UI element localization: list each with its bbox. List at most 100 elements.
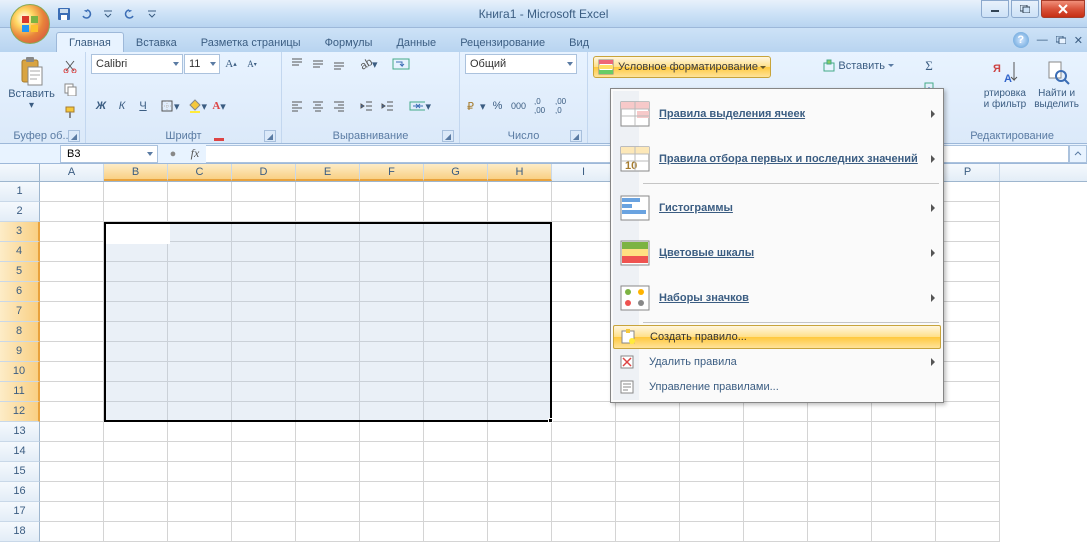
- font-color-icon[interactable]: A▾: [209, 96, 229, 116]
- copy-icon[interactable]: [60, 79, 80, 99]
- find-select-button[interactable]: Найти и выделить: [1030, 54, 1083, 112]
- cell[interactable]: [296, 282, 360, 302]
- close-button[interactable]: [1041, 0, 1085, 18]
- cell[interactable]: [296, 262, 360, 282]
- cell[interactable]: [552, 262, 616, 282]
- cell[interactable]: [680, 422, 744, 442]
- cell[interactable]: [360, 482, 424, 502]
- cell[interactable]: [488, 302, 552, 322]
- cell[interactable]: [488, 282, 552, 302]
- wrap-text-icon[interactable]: [389, 54, 413, 74]
- menu-icon-sets[interactable]: Наборы значков: [613, 276, 941, 320]
- cell[interactable]: [552, 422, 616, 442]
- tab-data[interactable]: Данные: [384, 33, 448, 52]
- increase-indent-icon[interactable]: [378, 96, 398, 116]
- cell[interactable]: [488, 382, 552, 402]
- ribbon-minimize-icon[interactable]: —: [1037, 34, 1048, 46]
- cell[interactable]: [488, 462, 552, 482]
- cell[interactable]: [616, 482, 680, 502]
- cell[interactable]: [232, 502, 296, 522]
- cell[interactable]: [40, 382, 104, 402]
- cell[interactable]: [488, 442, 552, 462]
- cell[interactable]: [360, 402, 424, 422]
- cell[interactable]: [424, 522, 488, 542]
- cell[interactable]: [360, 262, 424, 282]
- cell[interactable]: [552, 222, 616, 242]
- cell[interactable]: [872, 422, 936, 442]
- office-button[interactable]: [10, 4, 50, 44]
- cell[interactable]: [360, 242, 424, 262]
- cell[interactable]: [296, 322, 360, 342]
- cell[interactable]: [936, 422, 1000, 442]
- cell[interactable]: [168, 362, 232, 382]
- menu-clear-rules[interactable]: Удалить правила: [613, 350, 941, 374]
- cell[interactable]: [168, 282, 232, 302]
- cell[interactable]: [872, 482, 936, 502]
- cell[interactable]: [872, 502, 936, 522]
- cell[interactable]: [552, 322, 616, 342]
- cell[interactable]: [232, 462, 296, 482]
- cell[interactable]: [360, 382, 424, 402]
- cell[interactable]: [488, 502, 552, 522]
- cell[interactable]: [552, 522, 616, 542]
- italic-button[interactable]: К: [112, 96, 132, 116]
- percent-format-icon[interactable]: %: [488, 96, 508, 116]
- menu-data-bars[interactable]: Гистограммы: [613, 186, 941, 230]
- cell[interactable]: [296, 422, 360, 442]
- cell[interactable]: [488, 482, 552, 502]
- cell[interactable]: [232, 482, 296, 502]
- cell[interactable]: [40, 342, 104, 362]
- cell[interactable]: [232, 202, 296, 222]
- orientation-icon[interactable]: ab▾: [357, 54, 379, 74]
- cell[interactable]: [296, 482, 360, 502]
- cell[interactable]: [232, 242, 296, 262]
- number-dialog-icon[interactable]: ◢: [570, 130, 582, 142]
- undo-icon[interactable]: [76, 4, 96, 24]
- cell[interactable]: [424, 422, 488, 442]
- fill-color-icon[interactable]: ▾: [187, 96, 209, 116]
- cell[interactable]: [104, 282, 168, 302]
- cell[interactable]: [168, 422, 232, 442]
- cell[interactable]: [40, 442, 104, 462]
- cell[interactable]: [936, 302, 1000, 322]
- cell[interactable]: [552, 202, 616, 222]
- cell[interactable]: [936, 442, 1000, 462]
- cell[interactable]: [552, 502, 616, 522]
- cell[interactable]: [232, 362, 296, 382]
- cell[interactable]: [104, 402, 168, 422]
- align-middle-icon[interactable]: [308, 54, 328, 74]
- decrease-indent-icon[interactable]: [357, 96, 377, 116]
- row-header[interactable]: 17: [0, 502, 40, 522]
- cell[interactable]: [104, 482, 168, 502]
- cell[interactable]: [936, 342, 1000, 362]
- cell[interactable]: [232, 262, 296, 282]
- cell[interactable]: [808, 422, 872, 442]
- align-top-icon[interactable]: [287, 54, 307, 74]
- cell[interactable]: [936, 382, 1000, 402]
- cell[interactable]: [872, 402, 936, 422]
- cell[interactable]: [424, 182, 488, 202]
- redo-icon[interactable]: [120, 4, 140, 24]
- cell[interactable]: [680, 402, 744, 422]
- cell[interactable]: [488, 402, 552, 422]
- cell[interactable]: [104, 502, 168, 522]
- cell[interactable]: [936, 362, 1000, 382]
- cell[interactable]: [232, 522, 296, 542]
- cell[interactable]: [40, 222, 104, 242]
- cell[interactable]: [296, 382, 360, 402]
- cell[interactable]: [936, 282, 1000, 302]
- sort-filter-button[interactable]: ЯА ртировка и фильтр: [980, 54, 1031, 112]
- cell[interactable]: [488, 202, 552, 222]
- row-header[interactable]: 7: [0, 302, 40, 322]
- cell[interactable]: [424, 382, 488, 402]
- expand-formula-bar-icon[interactable]: [1069, 145, 1087, 163]
- cell[interactable]: [488, 362, 552, 382]
- row-header[interactable]: 3: [0, 222, 40, 242]
- align-center-icon[interactable]: [308, 96, 328, 116]
- underline-button[interactable]: Ч: [133, 96, 153, 116]
- cell[interactable]: [488, 422, 552, 442]
- cell[interactable]: [296, 362, 360, 382]
- cell[interactable]: [552, 402, 616, 422]
- column-header[interactable]: D: [232, 164, 296, 181]
- cell[interactable]: [360, 422, 424, 442]
